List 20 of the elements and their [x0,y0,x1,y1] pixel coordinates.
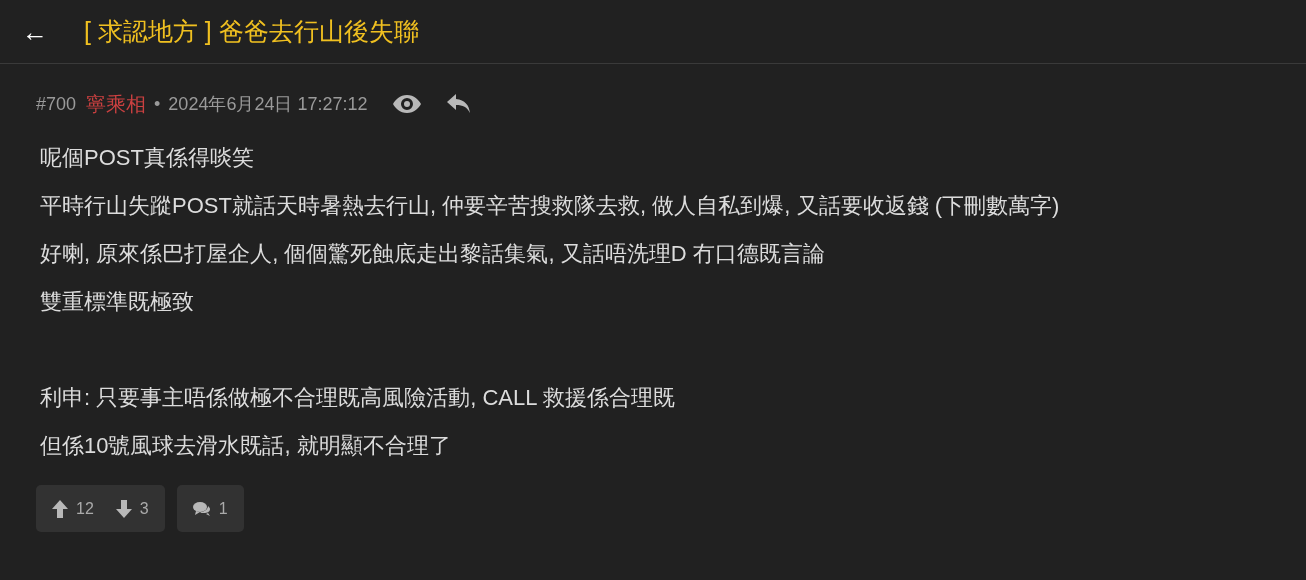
post-text-line: 好喇, 原來係巴打屋企人, 個個驚死蝕底走出黎話集氣, 又話唔洗理D 冇口德既言論 [40,240,826,268]
chat-bubbles-icon [192,500,211,517]
upvote-count: 12 [76,499,94,518]
upvote-icon[interactable] [52,499,68,518]
downvote-icon[interactable] [115,499,132,518]
post-text-line: 利申: 只要事主唔係做極不合理既高風險活動, CALL 救援係合理既 [40,384,676,412]
post-text-line: 但係10號風球去滑水既話, 就明顯不合理了 [40,432,452,460]
back-button[interactable]: ← [20,18,50,45]
post-text-line: 雙重標準既極致 [40,288,195,316]
post-timestamp: 2024年6月24日 17:27:12 [168,93,368,116]
reply-count-button[interactable]: 1 [176,485,244,532]
thread-title: [ 求認地方 ] 爸爸去行山後失聯 [84,16,419,47]
post-text-line: 平時行山失蹤POST就話天時暑熱去行山, 仲要辛苦搜救隊去救, 做人自私到爆, 又話要收返錢 (下刪數萬字) [40,192,1061,220]
eye-icon[interactable] [391,94,422,114]
downvote-count: 3 [139,499,149,518]
post-text-line: 呢個POST真係得啖笑 [40,144,255,172]
author-name[interactable]: 寧乘相 [86,90,147,118]
reply-icon[interactable] [445,93,472,115]
separator-dot: • [154,93,161,115]
post-number: #700 [36,93,77,115]
